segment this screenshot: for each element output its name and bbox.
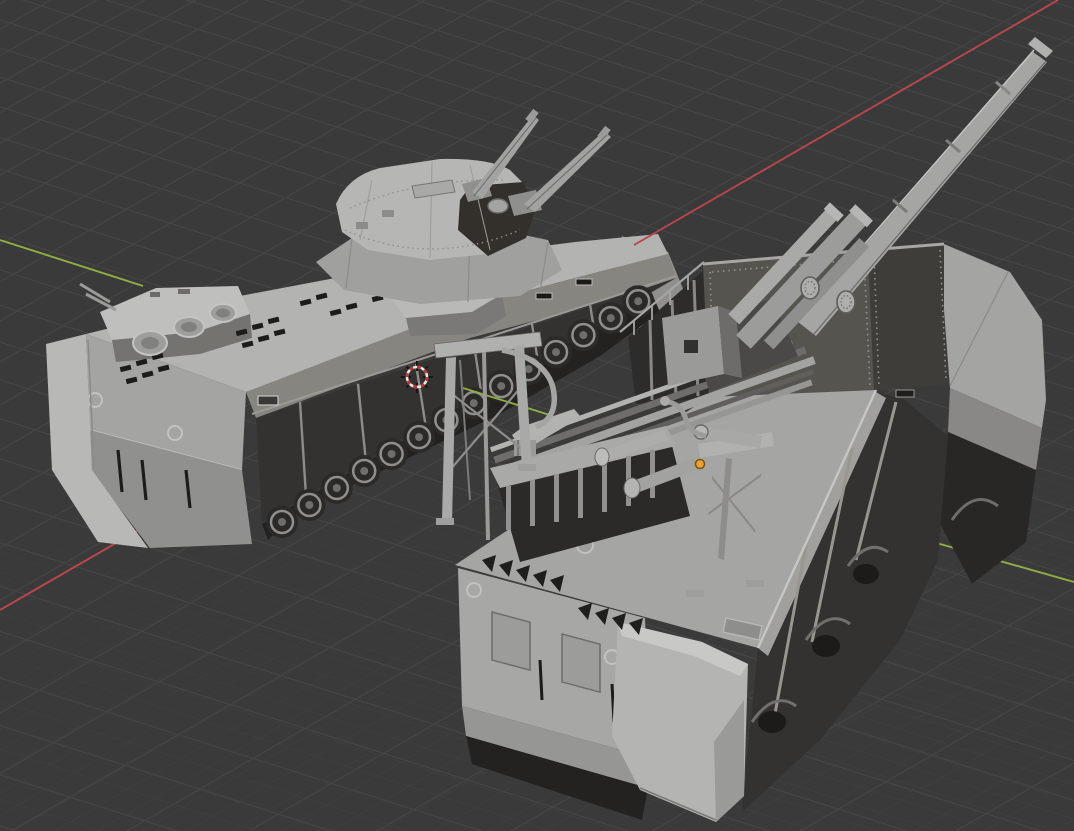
left-turret [336,159,542,260]
viewport-canvas[interactable] [0,0,1074,831]
object-origin [696,460,705,469]
viewport-3d[interactable] [0,0,1074,831]
left-cupola [488,199,508,213]
